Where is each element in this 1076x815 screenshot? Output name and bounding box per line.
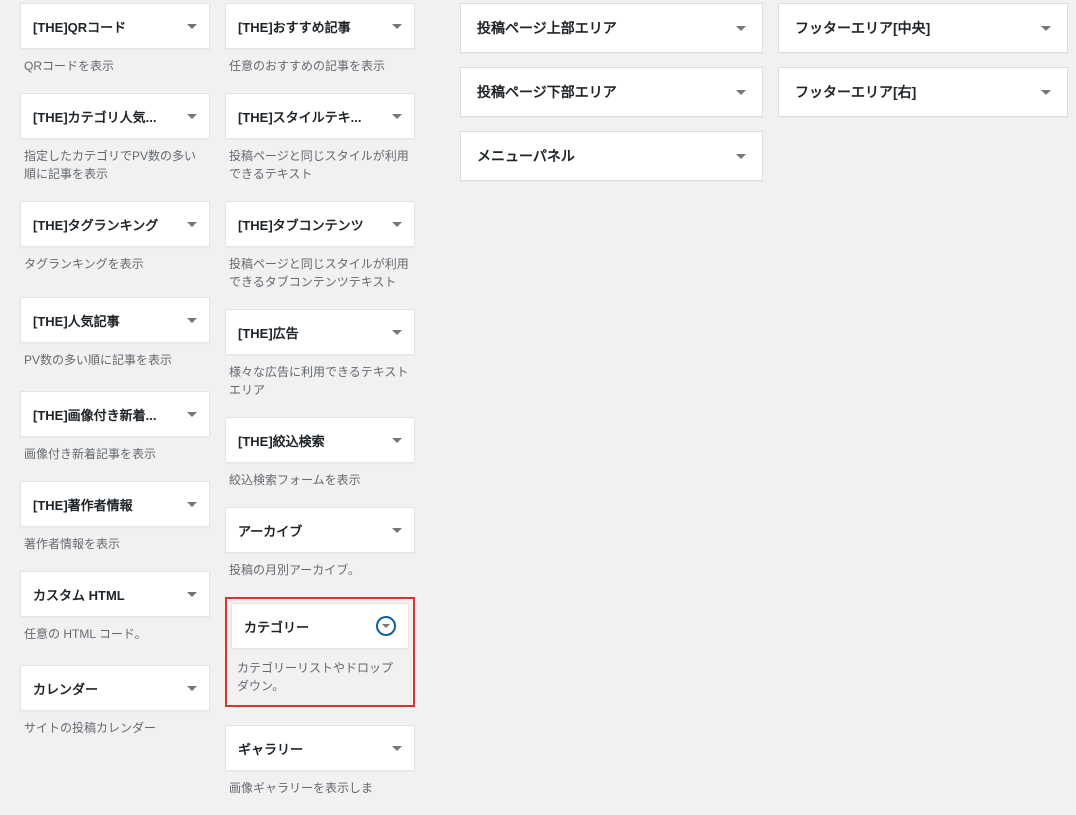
chevron-down-icon xyxy=(392,330,402,335)
widget-title: [THE]画像付き新着... xyxy=(33,405,157,424)
area-footer-center[interactable]: フッターエリア[中央] xyxy=(778,3,1068,53)
area-title: フッターエリア[中央] xyxy=(795,18,930,38)
sidebar-areas-column-2: フッターエリア[中央] フッターエリア[右] xyxy=(778,3,1068,131)
widget-ads: [THE]広告 様々な広告に利用できるテキストエリア xyxy=(225,309,415,399)
widget-desc: 投稿ページと同じスタイルが利用できるタブコンテンツテキスト xyxy=(225,247,415,291)
widget-desc: タグランキングを表示 xyxy=(20,247,210,273)
chevron-down-icon xyxy=(187,114,197,119)
widget-header[interactable]: [THE]絞込検索 xyxy=(225,417,415,463)
widget-desc: 指定したカテゴリでPV数の多い順に記事を表示 xyxy=(20,139,210,183)
widget-desc: QRコードを表示 xyxy=(20,49,210,75)
widget-header[interactable]: [THE]著作者情報 xyxy=(20,481,210,527)
widget-header[interactable]: ギャラリー xyxy=(225,725,415,771)
widget-desc: 画像ギャラリーを表示しま xyxy=(225,771,415,797)
widget-desc: 投稿ページと同じスタイルが利用できるテキスト xyxy=(225,139,415,183)
widget-header[interactable]: [THE]おすすめ記事 xyxy=(225,3,415,49)
chevron-down-icon xyxy=(1041,26,1051,31)
widget-header[interactable]: [THE]カテゴリ人気... xyxy=(20,93,210,139)
area-title: 投稿ページ上部エリア xyxy=(477,18,617,38)
widget-category-popular: [THE]カテゴリ人気... 指定したカテゴリでPV数の多い順に記事を表示 xyxy=(20,93,210,183)
widget-title: [THE]おすすめ記事 xyxy=(238,17,351,36)
sidebar-areas-column-1: 投稿ページ上部エリア 投稿ページ下部エリア メニューパネル xyxy=(460,3,763,195)
widget-style-text: [THE]スタイルテキ... 投稿ページと同じスタイルが利用できるテキスト xyxy=(225,93,415,183)
widget-header[interactable]: カレンダー xyxy=(20,665,210,711)
widget-title: [THE]絞込検索 xyxy=(238,431,325,450)
chevron-down-icon xyxy=(736,154,746,159)
widget-desc: 様々な広告に利用できるテキストエリア xyxy=(225,355,415,399)
widget-title: [THE]QRコード xyxy=(33,17,126,36)
chevron-down-icon xyxy=(392,24,402,29)
widget-header[interactable]: [THE]人気記事 xyxy=(20,297,210,343)
area-post-bottom[interactable]: 投稿ページ下部エリア xyxy=(460,67,763,117)
widget-title: アーカイブ xyxy=(238,521,302,540)
widget-title: カスタム HTML xyxy=(33,585,125,604)
area-title: メニューパネル xyxy=(477,146,575,166)
widget-refine-search: [THE]絞込検索 絞込検索フォームを表示 xyxy=(225,417,415,489)
chevron-down-icon xyxy=(187,412,197,417)
widget-gallery: ギャラリー 画像ギャラリーを表示しま xyxy=(225,725,415,797)
widget-title: [THE]人気記事 xyxy=(33,311,120,330)
chevron-down-icon xyxy=(392,114,402,119)
widget-title: [THE]タグランキング xyxy=(33,215,158,234)
widget-desc: 画像付き新着記事を表示 xyxy=(20,437,210,463)
chevron-down-icon xyxy=(187,222,197,227)
widget-desc: カテゴリーリストやドロップダウン。 xyxy=(231,649,409,701)
widget-header[interactable]: [THE]タブコンテンツ xyxy=(225,201,415,247)
chevron-down-icon xyxy=(187,592,197,597)
widget-title: [THE]広告 xyxy=(238,323,299,342)
widget-title: [THE]著作者情報 xyxy=(33,495,133,514)
widget-desc: 著作者情報を表示 xyxy=(20,527,210,553)
widget-header[interactable]: [THE]広告 xyxy=(225,309,415,355)
widget-archive: アーカイブ 投稿の月別アーカイブ。 xyxy=(225,507,415,579)
chevron-down-icon xyxy=(736,90,746,95)
chevron-down-icon xyxy=(392,438,402,443)
area-title: 投稿ページ下部エリア xyxy=(477,82,617,102)
widget-categories-highlight: カテゴリー カテゴリーリストやドロップダウン。 xyxy=(225,597,415,707)
chevron-down-icon xyxy=(187,686,197,691)
widget-calendar: カレンダー サイトの投稿カレンダー xyxy=(20,665,210,737)
widget-title: カレンダー xyxy=(33,679,98,698)
chevron-down-icon xyxy=(392,222,402,227)
widget-column-1: [THE]QRコード QRコードを表示 [THE]カテゴリ人気... 指定したカ… xyxy=(20,3,210,755)
chevron-down-icon xyxy=(392,746,402,751)
chevron-down-icon xyxy=(736,26,746,31)
widget-header[interactable]: カテゴリー xyxy=(231,603,409,649)
chevron-down-icon xyxy=(392,528,402,533)
widget-image-new-posts: [THE]画像付き新着... 画像付き新着記事を表示 xyxy=(20,391,210,463)
widget-qr-code: [THE]QRコード QRコードを表示 xyxy=(20,3,210,75)
area-post-top[interactable]: 投稿ページ上部エリア xyxy=(460,3,763,53)
widget-header[interactable]: カスタム HTML xyxy=(20,571,210,617)
widget-header[interactable]: アーカイブ xyxy=(225,507,415,553)
widget-title: [THE]カテゴリ人気... xyxy=(33,107,157,126)
area-title: フッターエリア[右] xyxy=(795,82,916,102)
chevron-down-icon xyxy=(1041,90,1051,95)
widget-column-2: [THE]おすすめ記事 任意のおすすめの記事を表示 [THE]スタイルテキ...… xyxy=(225,3,415,815)
widget-recommended-posts: [THE]おすすめ記事 任意のおすすめの記事を表示 xyxy=(225,3,415,75)
chevron-down-icon xyxy=(187,502,197,507)
widget-tab-contents: [THE]タブコンテンツ 投稿ページと同じスタイルが利用できるタブコンテンツテキ… xyxy=(225,201,415,291)
widget-header[interactable]: [THE]画像付き新着... xyxy=(20,391,210,437)
chevron-down-icon xyxy=(187,24,197,29)
widget-title: [THE]スタイルテキ... xyxy=(238,107,362,126)
widget-desc: 絞込検索フォームを表示 xyxy=(225,463,415,489)
widget-title: カテゴリー xyxy=(244,617,309,636)
widget-desc: 任意のおすすめの記事を表示 xyxy=(225,49,415,75)
widget-popular-posts: [THE]人気記事 PV数の多い順に記事を表示 xyxy=(20,297,210,369)
area-menu-panel[interactable]: メニューパネル xyxy=(460,131,763,181)
widget-desc: PV数の多い順に記事を表示 xyxy=(20,343,210,369)
widget-header[interactable]: [THE]タグランキング xyxy=(20,201,210,247)
widget-header[interactable]: [THE]スタイルテキ... xyxy=(225,93,415,139)
widget-title: ギャラリー xyxy=(238,739,303,758)
widget-title: [THE]タブコンテンツ xyxy=(238,215,364,234)
area-footer-right[interactable]: フッターエリア[右] xyxy=(778,67,1068,117)
widget-tag-ranking: [THE]タグランキング タグランキングを表示 xyxy=(20,201,210,273)
widget-custom-html: カスタム HTML 任意の HTML コード。 xyxy=(20,571,210,643)
widget-author-info: [THE]著作者情報 著作者情報を表示 xyxy=(20,481,210,553)
widget-desc: サイトの投稿カレンダー xyxy=(20,711,210,737)
widget-header[interactable]: [THE]QRコード xyxy=(20,3,210,49)
chevron-down-icon xyxy=(187,318,197,323)
widget-desc: 投稿の月別アーカイブ。 xyxy=(225,553,415,579)
chevron-down-circle-icon[interactable] xyxy=(376,616,396,636)
widget-desc: 任意の HTML コード。 xyxy=(20,617,210,643)
